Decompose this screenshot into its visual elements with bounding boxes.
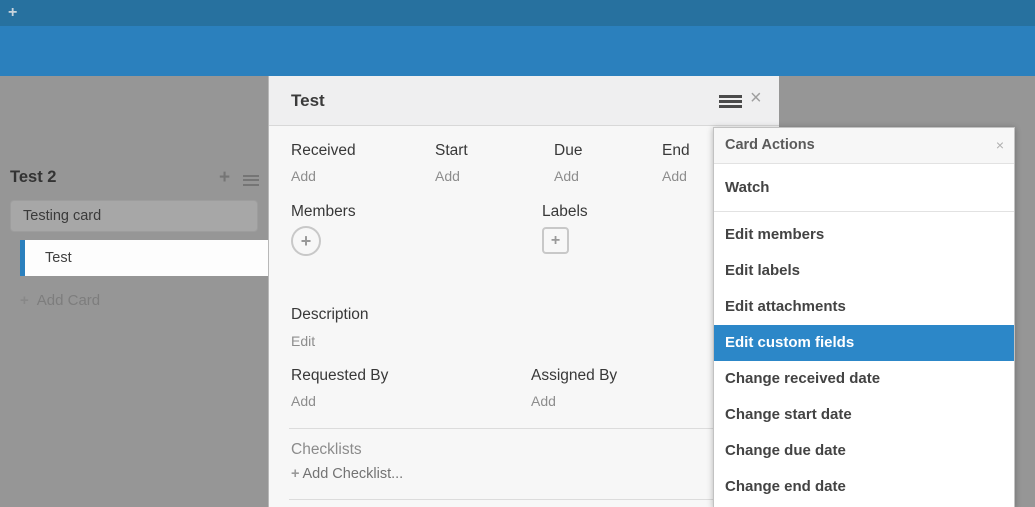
add-label-button[interactable]: + <box>542 227 569 254</box>
card-actions-list: Edit members Edit labels Edit attachment… <box>714 212 1014 505</box>
due-label: Due <box>554 142 582 160</box>
start-label: Start <box>435 142 468 160</box>
add-member-button[interactable]: + <box>291 226 321 256</box>
start-add-link[interactable]: Add <box>435 168 460 184</box>
list-add-card-icon[interactable]: + <box>219 167 230 189</box>
menu-item-change-received-date[interactable]: Change received date <box>714 361 1014 397</box>
menu-item-change-end-date[interactable]: Change end date <box>714 469 1014 505</box>
card-actions-popup-header: Card Actions × <box>714 128 1014 164</box>
board-card[interactable]: Testing card <box>10 200 258 232</box>
menu-item-edit-custom-fields[interactable]: Edit custom fields <box>714 325 1014 361</box>
board-header-bar <box>0 26 1035 76</box>
requested-by-label: Requested By <box>291 367 388 385</box>
close-icon[interactable]: × <box>750 88 762 108</box>
plus-icon: + <box>20 292 29 309</box>
board-card-active[interactable]: Test <box>20 240 268 276</box>
card-title: Test <box>25 240 268 276</box>
top-navigation-bar: + <box>0 0 1035 26</box>
menu-item-edit-labels[interactable]: Edit labels <box>714 253 1014 289</box>
menu-item-change-due-date[interactable]: Change due date <box>714 433 1014 469</box>
plus-icon: + <box>291 466 299 482</box>
description-edit-link[interactable]: Edit <box>291 333 315 349</box>
section-divider <box>289 428 759 429</box>
add-checklist-label: Add Checklist... <box>302 466 403 482</box>
checklists-label: Checklists <box>291 441 362 459</box>
card-actions-menu-icon[interactable] <box>719 95 742 108</box>
menu-item-edit-members[interactable]: Edit members <box>714 217 1014 253</box>
watch-label: Watch <box>725 164 769 212</box>
card-detail-title: Test <box>291 76 325 126</box>
add-card-label: Add Card <box>37 292 100 309</box>
add-card-button[interactable]: + Add Card <box>20 292 100 309</box>
description-label: Description <box>291 306 369 324</box>
received-add-link[interactable]: Add <box>291 168 316 184</box>
add-checklist-button[interactable]: +Add Checklist... <box>291 466 403 482</box>
end-add-link[interactable]: Add <box>662 168 687 184</box>
labels-label: Labels <box>542 203 588 221</box>
due-add-link[interactable]: Add <box>554 168 579 184</box>
menu-item-change-start-date[interactable]: Change start date <box>714 397 1014 433</box>
card-actions-title: Card Actions <box>725 128 815 163</box>
assigned-by-add-link[interactable]: Add <box>531 393 556 409</box>
card-title: Testing card <box>11 201 257 231</box>
requested-by-add-link[interactable]: Add <box>291 393 316 409</box>
members-label: Members <box>291 203 356 221</box>
list-title: Test 2 <box>10 168 56 187</box>
end-label: End <box>662 142 690 160</box>
assigned-by-label: Assigned By <box>531 367 617 385</box>
app-window: + Test 2 + Testing card Test + Add Card +… <box>0 0 1035 507</box>
close-icon[interactable]: × <box>996 128 1004 163</box>
menu-item-edit-attachments[interactable]: Edit attachments <box>714 289 1014 325</box>
menu-item-watch[interactable]: Watch <box>714 164 1014 212</box>
add-board-icon[interactable]: + <box>8 3 17 23</box>
list-menu-icon[interactable] <box>243 175 259 186</box>
card-detail-header: Test × <box>269 76 779 126</box>
section-divider <box>289 499 759 500</box>
received-label: Received <box>291 142 356 160</box>
card-detail-panel: Test × Received Start Due End Add Add Ad… <box>268 76 779 507</box>
card-actions-popup: Card Actions × Watch Edit members Edit l… <box>713 127 1015 507</box>
